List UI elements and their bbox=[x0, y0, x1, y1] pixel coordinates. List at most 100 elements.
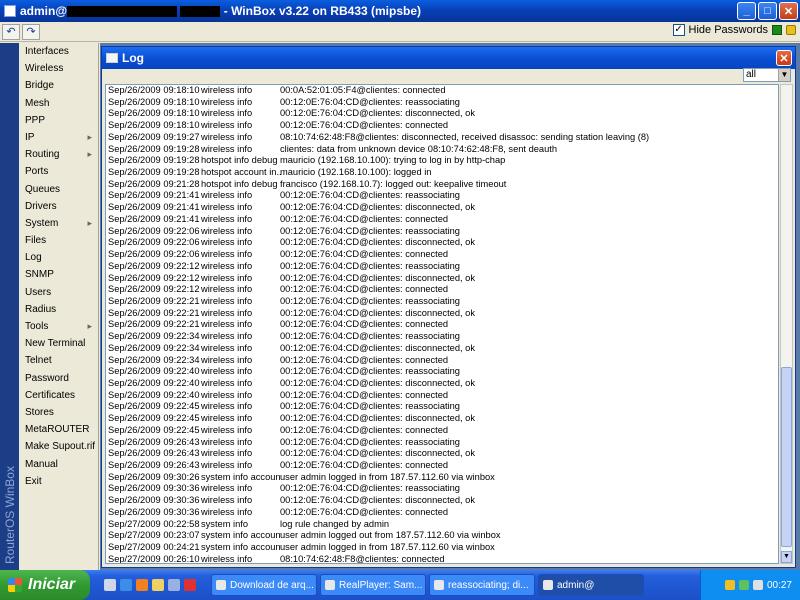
log-row[interactable]: Sep/26/2009 09:21:41 wireless info 00:12:0… bbox=[106, 202, 778, 214]
log-row[interactable]: Sep/26/2009 09:22:21 wireless info 00:12:0… bbox=[106, 319, 778, 331]
scroll-down-arrow[interactable]: ▼ bbox=[781, 551, 792, 563]
log-close-button[interactable]: ✕ bbox=[776, 50, 792, 66]
menu-item-telnet[interactable]: Telnet bbox=[19, 352, 98, 369]
log-row[interactable]: Sep/26/2009 09:22:45 wireless info 00:12:0… bbox=[106, 413, 778, 425]
log-row[interactable]: Sep/26/2009 09:18:10 wireless info 00:12:0… bbox=[106, 108, 778, 120]
chevron-down-icon[interactable]: ▼ bbox=[778, 69, 790, 81]
log-row[interactable]: Sep/26/2009 09:22:40 wireless info 00:12:0… bbox=[106, 378, 778, 390]
log-row[interactable]: Sep/26/2009 09:30:36 wireless info 00:12:0… bbox=[106, 483, 778, 495]
log-row[interactable]: Sep/26/2009 09:26:43 wireless info 00:12:0… bbox=[106, 437, 778, 449]
mail-icon[interactable] bbox=[168, 579, 180, 591]
log-list[interactable]: Sep/26/2009 09:18:10 wireless info 00:0A:5… bbox=[105, 84, 779, 564]
menu-item-snmp[interactable]: SNMP bbox=[19, 266, 98, 283]
menu-item-queues[interactable]: Queues bbox=[19, 181, 98, 198]
menu-item-routing[interactable]: Routing ▸ bbox=[19, 146, 98, 163]
taskbar-task[interactable]: Download de arq... bbox=[211, 574, 317, 596]
close-button[interactable]: ✕ bbox=[779, 2, 798, 20]
log-row[interactable]: Sep/26/2009 09:18:10 wireless info 00:12:0… bbox=[106, 97, 778, 109]
log-row[interactable]: Sep/26/2009 09:22:40 wireless info 00:12:0… bbox=[106, 390, 778, 402]
vertical-scrollbar[interactable]: ▼ bbox=[780, 84, 793, 564]
log-row[interactable]: Sep/26/2009 09:22:40 wireless info 00:12:0… bbox=[106, 366, 778, 378]
log-row[interactable]: Sep/26/2009 09:30:36 wireless info 00:12:0… bbox=[106, 507, 778, 519]
log-row[interactable]: Sep/26/2009 09:21:28 hotspot info debug fr… bbox=[106, 179, 778, 191]
menu-item-certificates[interactable]: Certificates bbox=[19, 387, 98, 404]
firefox-icon[interactable] bbox=[136, 579, 148, 591]
task-app-icon bbox=[216, 580, 226, 590]
log-row[interactable]: Sep/27/2009 00:26:10 wireless info 08:10:7… bbox=[106, 554, 778, 563]
log-row[interactable]: Sep/26/2009 09:21:41 wireless info 00:12:0… bbox=[106, 214, 778, 226]
log-row[interactable]: Sep/27/2009 00:23:07 system info account u… bbox=[106, 530, 778, 542]
log-row[interactable]: Sep/26/2009 09:22:12 wireless info 00:12:0… bbox=[106, 261, 778, 273]
menu-item-tools[interactable]: Tools ▸ bbox=[19, 318, 98, 335]
taskbar-task[interactable]: RealPlayer: Sam... bbox=[320, 574, 426, 596]
log-message: 00:12:0E:76:04:CD@clientes: connected bbox=[280, 424, 449, 435]
menu-item-label: MetaROUTER bbox=[25, 424, 90, 436]
log-row[interactable]: Sep/27/2009 00:24:21 system info account u… bbox=[106, 542, 778, 554]
log-row[interactable]: Sep/26/2009 09:22:21 wireless info 00:12:0… bbox=[106, 308, 778, 320]
log-row[interactable]: Sep/26/2009 09:21:41 wireless info 00:12:0… bbox=[106, 190, 778, 202]
taskbar-task[interactable]: admin@ bbox=[538, 574, 644, 596]
menu-item-metarouter[interactable]: MetaROUTER bbox=[19, 421, 98, 438]
log-row[interactable]: Sep/26/2009 09:26:43 wireless info 00:12:0… bbox=[106, 448, 778, 460]
log-row[interactable]: Sep/26/2009 09:19:27 wireless info 08:10:7… bbox=[106, 132, 778, 144]
log-row[interactable]: Sep/26/2009 09:18:10 wireless info 00:12:0… bbox=[106, 120, 778, 132]
log-row[interactable]: Sep/26/2009 09:22:21 wireless info 00:12:0… bbox=[106, 296, 778, 308]
menu-item-wireless[interactable]: Wireless bbox=[19, 60, 98, 77]
log-row[interactable]: Sep/26/2009 09:19:28 hotspot info debug ma… bbox=[106, 155, 778, 167]
log-row[interactable]: Sep/26/2009 09:26:43 wireless info 00:12:0… bbox=[106, 460, 778, 472]
taskbar-task[interactable]: reassociating; di... bbox=[429, 574, 535, 596]
menu-item-system[interactable]: System ▸ bbox=[19, 215, 98, 232]
log-row[interactable]: Sep/26/2009 09:18:10 wireless info 00:0A:5… bbox=[106, 85, 778, 97]
log-row[interactable]: Sep/26/2009 09:22:06 wireless info 00:12:0… bbox=[106, 249, 778, 261]
menu-item-make-supout-rif[interactable]: Make Supout.rif bbox=[19, 438, 98, 455]
menu-item-log[interactable]: Log bbox=[19, 249, 98, 266]
log-row[interactable]: Sep/26/2009 09:30:36 wireless info 00:12:0… bbox=[106, 495, 778, 507]
log-row[interactable]: Sep/26/2009 09:22:34 wireless info 00:12:0… bbox=[106, 331, 778, 343]
start-button[interactable]: Iniciar bbox=[0, 570, 90, 600]
folder-icon[interactable] bbox=[152, 579, 164, 591]
log-row[interactable]: Sep/26/2009 09:30:26 system info account u… bbox=[106, 472, 778, 484]
menu-item-users[interactable]: Users bbox=[19, 284, 98, 301]
menu-item-ppp[interactable]: PPP bbox=[19, 112, 98, 129]
log-row[interactable]: Sep/26/2009 09:22:06 wireless info 00:12:0… bbox=[106, 226, 778, 238]
tray-network-icon[interactable] bbox=[738, 580, 749, 590]
menu-item-drivers[interactable]: Drivers bbox=[19, 198, 98, 215]
desktop-icon[interactable] bbox=[104, 579, 116, 591]
ie-icon[interactable] bbox=[120, 579, 132, 591]
menu-item-password[interactable]: Password bbox=[19, 370, 98, 387]
tray-volume-icon[interactable] bbox=[752, 580, 763, 590]
maximize-button[interactable]: □ bbox=[758, 2, 777, 20]
menu-item-bridge[interactable]: Bridge bbox=[19, 77, 98, 94]
submenu-arrow-icon: ▸ bbox=[87, 321, 92, 331]
log-row[interactable]: Sep/26/2009 09:22:34 wireless info 00:12:0… bbox=[106, 343, 778, 355]
scroll-thumb[interactable] bbox=[781, 367, 792, 547]
log-row[interactable]: Sep/26/2009 09:22:12 wireless info 00:12:0… bbox=[106, 284, 778, 296]
filter-select[interactable]: all ▼ bbox=[743, 68, 791, 82]
menu-item-manual[interactable]: Manual bbox=[19, 456, 98, 473]
menu-item-stores[interactable]: Stores bbox=[19, 404, 98, 421]
log-row[interactable]: Sep/26/2009 09:19:28 wireless info cliente… bbox=[106, 144, 778, 156]
log-row[interactable]: Sep/26/2009 09:22:12 wireless info 00:12:0… bbox=[106, 273, 778, 285]
menu-item-radius[interactable]: Radius bbox=[19, 301, 98, 318]
menu-item-interfaces[interactable]: Interfaces bbox=[19, 43, 98, 60]
log-row[interactable]: Sep/26/2009 09:22:45 wireless info 00:12:0… bbox=[106, 425, 778, 437]
menu-item-ports[interactable]: Ports bbox=[19, 163, 98, 180]
media-icon[interactable] bbox=[184, 579, 196, 591]
menu-item-new-terminal[interactable]: New Terminal bbox=[19, 335, 98, 352]
log-topic: wireless info bbox=[201, 460, 253, 470]
log-row[interactable]: Sep/27/2009 00:22:58 system info log rule … bbox=[106, 519, 778, 531]
redo-button[interactable]: ↷ bbox=[22, 23, 40, 40]
tray-alert-icon[interactable] bbox=[724, 580, 735, 590]
log-row[interactable]: Sep/26/2009 09:22:34 wireless info 00:12:0… bbox=[106, 355, 778, 367]
menu-item-ip[interactable]: IP ▸ bbox=[19, 129, 98, 146]
log-window-titlebar[interactable]: Log bbox=[102, 47, 795, 69]
menu-item-mesh[interactable]: Mesh bbox=[19, 95, 98, 112]
undo-button[interactable]: ↶ bbox=[2, 23, 20, 40]
log-row[interactable]: Sep/26/2009 09:19:28 hotspot account in..… bbox=[106, 167, 778, 179]
hide-passwords-checkbox[interactable]: ✓ bbox=[672, 24, 685, 36]
menu-item-files[interactable]: Files bbox=[19, 232, 98, 249]
minimize-button[interactable]: _ bbox=[737, 2, 756, 20]
log-row[interactable]: Sep/26/2009 09:22:06 wireless info 00:12:0… bbox=[106, 237, 778, 249]
menu-item-exit[interactable]: Exit bbox=[19, 473, 98, 490]
log-row[interactable]: Sep/26/2009 09:22:45 wireless info 00:12:0… bbox=[106, 401, 778, 413]
